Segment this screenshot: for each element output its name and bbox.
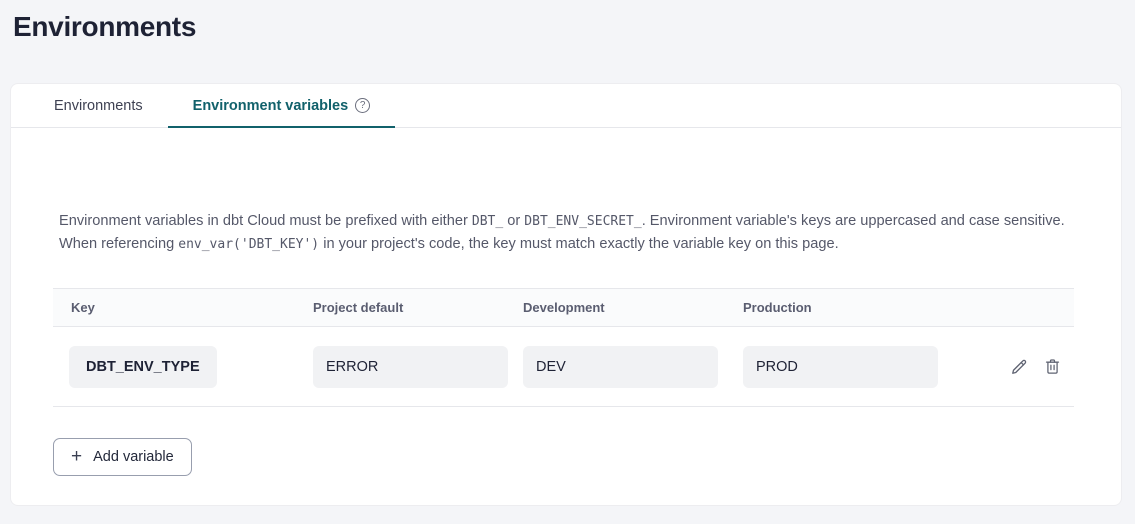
row-actions	[953, 357, 1074, 377]
variable-key-chip: DBT_ENV_TYPE	[69, 346, 217, 388]
description-text: Environment variables in dbt Cloud must …	[59, 213, 472, 229]
code-dbt-env-secret-prefix: DBT_ENV_SECRET_	[524, 214, 641, 229]
column-header-project-default: Project default	[313, 300, 523, 315]
plus-icon: +	[71, 447, 82, 466]
table-header-row: Key Project default Development Producti…	[53, 288, 1074, 327]
project-default-value: ERROR	[313, 346, 508, 388]
add-variable-label: Add variable	[93, 449, 174, 465]
column-header-key: Key	[53, 300, 313, 315]
tab-bar: Environments Environment variables ?	[11, 84, 1121, 128]
tab-environments-label: Environments	[54, 98, 143, 114]
trash-icon	[1043, 357, 1062, 376]
column-header-development: Development	[523, 300, 743, 315]
code-dbt-prefix: DBT_	[472, 214, 503, 229]
tab-environment-variables-label: Environment variables	[193, 98, 349, 114]
description-text: . Environment variable's keys are upperc…	[642, 213, 1065, 229]
column-header-production: Production	[743, 300, 953, 315]
environment-variables-table: Key Project default Development Producti…	[53, 288, 1074, 407]
description-text: When referencing	[59, 236, 178, 252]
production-value: PROD	[743, 346, 938, 388]
tab-environments[interactable]: Environments	[29, 84, 168, 127]
tab-panel-environment-variables: Environment variables in dbt Cloud must …	[11, 128, 1121, 505]
edit-variable-button[interactable]	[1009, 357, 1029, 377]
delete-variable-button[interactable]	[1043, 357, 1062, 376]
project-default-cell: ERROR	[313, 346, 523, 388]
variable-key-cell: DBT_ENV_TYPE	[53, 346, 313, 388]
help-icon[interactable]: ?	[355, 98, 370, 113]
description-text: or	[503, 213, 524, 229]
production-cell: PROD	[743, 346, 953, 388]
description-text: in your project's code, the key must mat…	[319, 236, 839, 252]
pencil-icon	[1009, 357, 1029, 377]
development-cell: DEV	[523, 346, 743, 388]
description-line-1: Environment variables in dbt Cloud must …	[59, 210, 1074, 233]
page-title: Environments	[13, 10, 1135, 44]
table-row: DBT_ENV_TYPE ERROR DEV PROD	[53, 327, 1074, 407]
environment-variables-card: Environments Environment variables ? Env…	[10, 83, 1122, 506]
add-variable-button[interactable]: + Add variable	[53, 438, 192, 476]
tab-environment-variables[interactable]: Environment variables ?	[168, 84, 396, 127]
development-value: DEV	[523, 346, 718, 388]
description-line-2: When referencing env_var('DBT_KEY') in y…	[59, 233, 1074, 256]
code-env-var-example: env_var('DBT_KEY')	[178, 237, 319, 252]
